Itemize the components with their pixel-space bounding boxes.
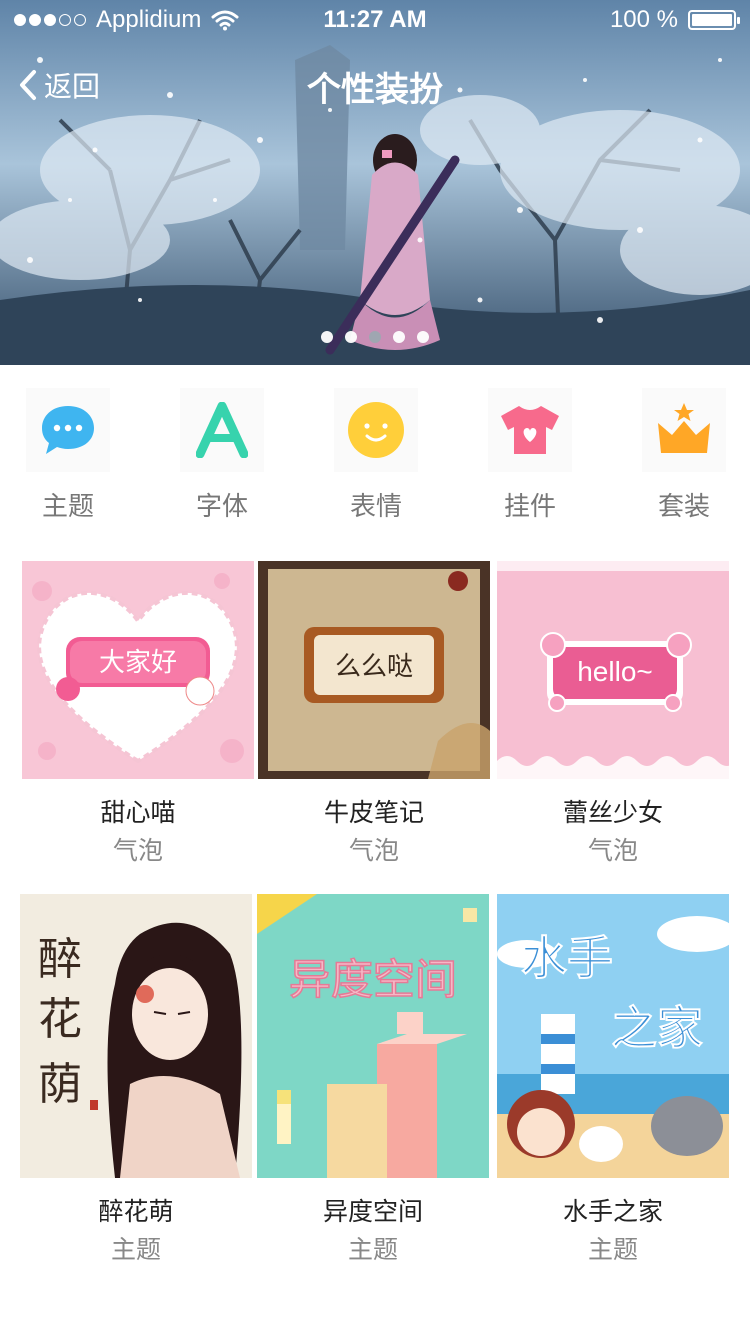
bubble-text: 大家好 (99, 648, 177, 678)
theme-title-char: 醉 (38, 934, 82, 985)
item-thumbnail: hello~ (497, 561, 729, 779)
category-font[interactable]: 字体 (172, 388, 272, 523)
battery-icon (688, 10, 740, 30)
item-thumbnail: 大家好 (22, 561, 254, 779)
page-title: 个性装扮 (307, 70, 443, 110)
item-type: 气泡 (112, 836, 163, 865)
page-dot[interactable] (321, 331, 333, 343)
tshirt-heart-icon (501, 406, 559, 454)
theme-title: 异度空间 (289, 955, 457, 1004)
banner-carousel[interactable]: Applidium 11:27 AM 100 % 返回 个性装扮 (0, 0, 750, 365)
item-name: 牛皮笔记 (323, 798, 424, 827)
category-label: 表情 (349, 492, 402, 522)
smiley-icon (348, 402, 404, 458)
item-name: 蕾丝少女 (562, 798, 663, 827)
item-thumbnail: 水手 之家 (497, 894, 729, 1178)
item-card[interactable]: 大家好 甜心喵 气泡 (22, 561, 254, 867)
theme-title-part: 之家 (611, 1001, 703, 1055)
page-dot[interactable] (393, 331, 405, 343)
status-bar: Applidium 11:27 AM 100 % (0, 0, 750, 40)
category-suit[interactable]: 套装 (634, 388, 734, 523)
category-theme[interactable]: 主题 (18, 388, 118, 523)
page-dot[interactable] (345, 331, 357, 343)
item-type: 主题 (587, 1235, 638, 1264)
chat-bubble-icon (42, 406, 94, 454)
item-thumbnail: 么么哒 (258, 561, 490, 779)
bubble-text: hello~ (577, 656, 653, 687)
item-card[interactable]: 水手 之家 水手之家 主题 (497, 894, 729, 1266)
item-name: 甜心喵 (100, 798, 176, 827)
theme-title-part: 水手 (521, 931, 613, 985)
item-type: 气泡 (587, 836, 638, 865)
letter-a-icon (196, 402, 248, 458)
category-row: 主题 字体 表情 挂件 套装 (0, 388, 750, 528)
carousel-page-indicator (0, 331, 750, 343)
category-pendant[interactable]: 挂件 (480, 388, 580, 523)
item-type: 气泡 (348, 836, 399, 865)
category-emoji[interactable]: 表情 (326, 388, 426, 523)
page-dot[interactable] (417, 331, 429, 343)
item-type: 主题 (347, 1235, 398, 1264)
item-thumbnail: 醉 花 荫 (20, 894, 252, 1178)
nav-bar: 返回 个性装扮 (0, 50, 750, 120)
crown-icon (658, 403, 710, 453)
category-label: 套装 (657, 492, 710, 522)
item-thumbnail: 异度空间 (257, 894, 489, 1178)
item-card[interactable]: 么么哒 牛皮笔记 气泡 (258, 561, 490, 867)
theme-title-char: 荫 (38, 1059, 82, 1110)
battery-percent: 100 % (609, 6, 678, 33)
category-label: 主题 (41, 492, 94, 522)
item-card[interactable]: 异度空间 异度空间 主题 (257, 894, 489, 1266)
theme-title-char: 花 (38, 994, 82, 1045)
category-label: 挂件 (503, 492, 556, 522)
item-name: 异度空间 (322, 1197, 423, 1226)
item-name: 水手之家 (562, 1197, 663, 1226)
item-card[interactable]: 醉 花 荫 醉花萌 主题 (20, 894, 252, 1266)
item-card[interactable]: hello~ 蕾丝少女 气泡 (497, 561, 729, 867)
item-type: 主题 (110, 1235, 161, 1264)
page-dot-active[interactable] (369, 331, 381, 343)
item-name: 醉花萌 (98, 1197, 174, 1226)
category-label: 字体 (195, 492, 248, 522)
bubble-text: 么么哒 (335, 652, 413, 682)
